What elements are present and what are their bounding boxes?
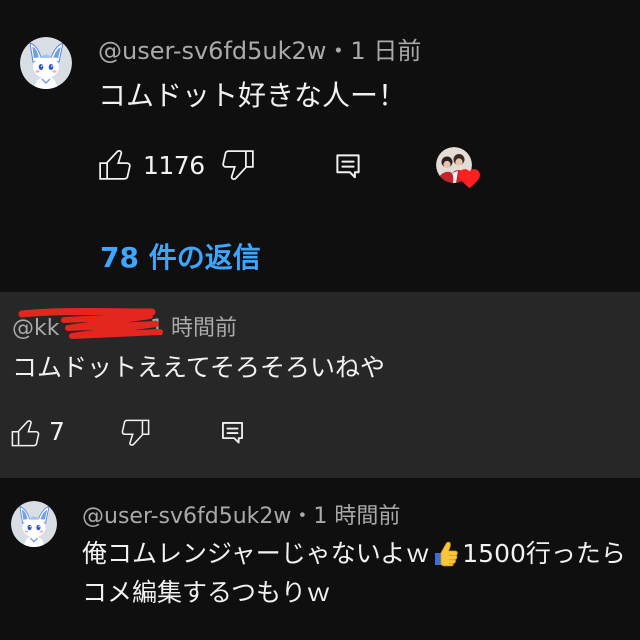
avatar-icon[interactable]: [11, 501, 57, 547]
reply: @user-sv6fd5uk2w・1 時間前 俺コムレンジャーじゃないよｗ 15…: [0, 478, 640, 640]
avatar-icon[interactable]: [20, 37, 72, 89]
author-name[interactable]: @user-sv6fd5uk2w: [82, 504, 291, 529]
creator-heart-icon: [457, 166, 482, 191]
like-button[interactable]: [94, 143, 136, 185]
top-comment: @user-sv6fd5uk2w・1 日前 コムドット好きな人ー！ 1176 7…: [0, 0, 640, 292]
reply-button[interactable]: [333, 151, 363, 181]
comment-icon: [336, 154, 360, 179]
reply-highlighted: @kk 1 時間前 コムドットええてそろそろいねや 7: [0, 292, 640, 478]
comment-header: @user-sv6fd5uk2w・1 日前: [98, 36, 421, 66]
header-separator: ・: [291, 504, 314, 529]
like-button[interactable]: [7, 414, 44, 451]
comment-time: 1 日前: [350, 37, 422, 65]
reply-button[interactable]: [219, 419, 246, 446]
comment-text-line-1: 俺コムレンジャーじゃないよｗ 1500行ったら: [82, 537, 638, 571]
comment-text: コムドットええてそろそろいねや: [12, 353, 386, 382]
comment-text-line-2: コメ編集するつもりｗ: [82, 578, 332, 607]
comment-text-segment: 1500行ったら: [462, 539, 626, 568]
thumbs-up-icon: [11, 420, 40, 447]
view-replies-link[interactable]: 78 件の返信: [100, 240, 261, 276]
comment-icon: [222, 422, 243, 444]
comment-header: @user-sv6fd5uk2w・1 時間前: [82, 503, 400, 531]
comment-time: 1 時間前: [313, 504, 401, 529]
header-separator: ・: [326, 37, 351, 65]
dislike-button[interactable]: [117, 415, 154, 452]
dislike-button[interactable]: [217, 145, 259, 187]
comment-text-segment: 俺コムレンジャーじゃないよｗ: [82, 539, 431, 568]
comment-text: コムドット好きな人ー！: [98, 79, 407, 112]
redaction-scribble: [18, 308, 163, 339]
like-count: 1176: [143, 151, 205, 180]
like-count: 7: [49, 417, 65, 446]
thumbs-up-emoji-icon: [432, 539, 460, 567]
thumbs-down-icon: [222, 150, 254, 180]
thumbs-down-icon: [121, 419, 150, 446]
thumbs-up-icon: [99, 150, 131, 180]
author-name[interactable]: @user-sv6fd5uk2w: [98, 37, 326, 65]
